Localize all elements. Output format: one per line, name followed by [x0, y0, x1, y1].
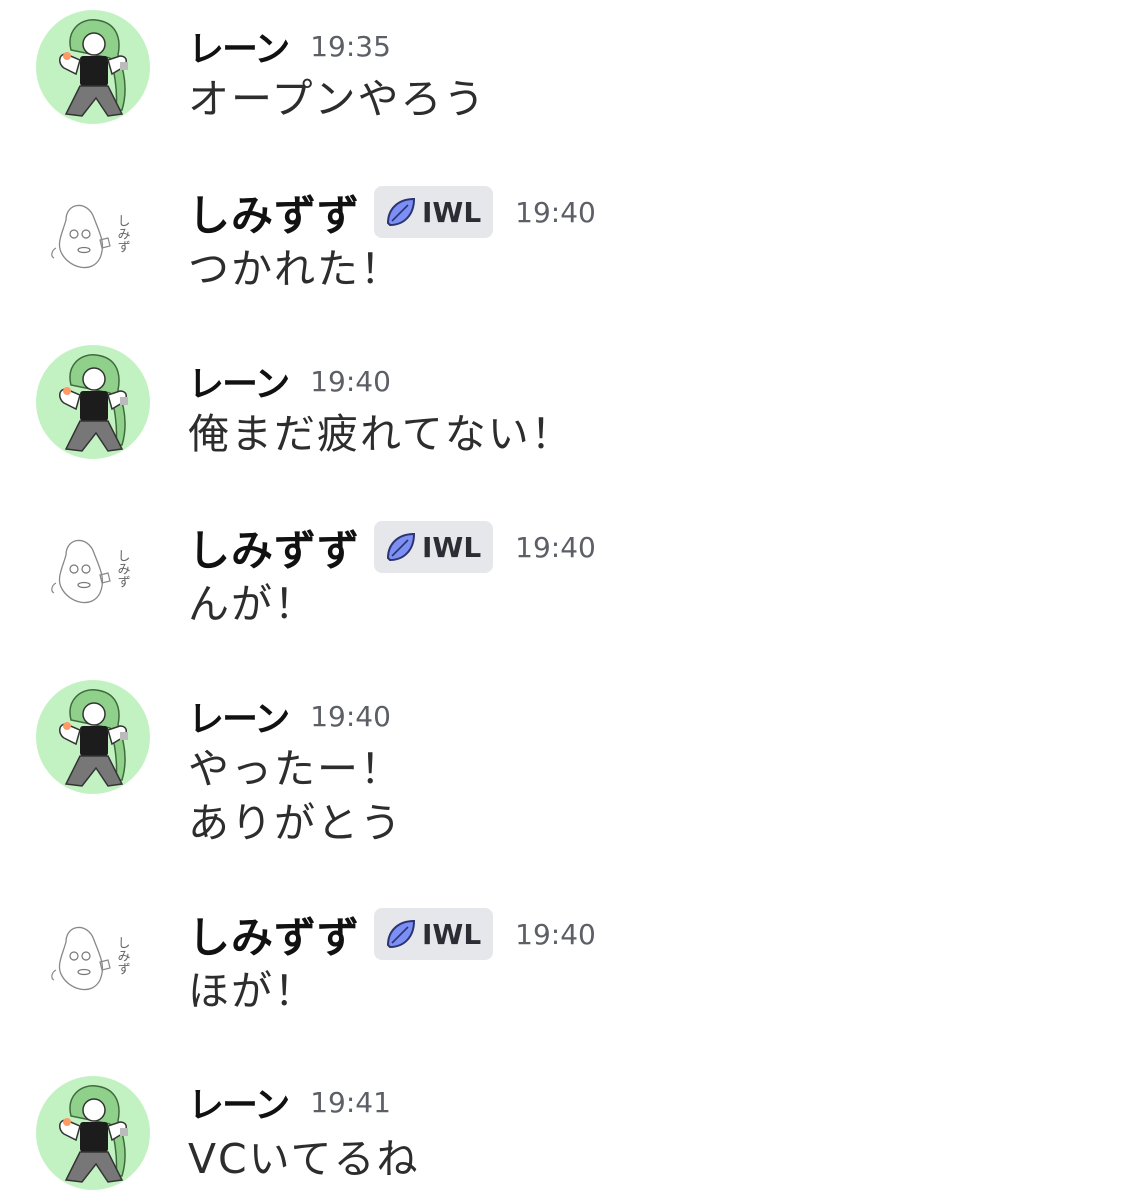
author-name[interactable]: レーン — [188, 355, 290, 407]
avatar[interactable] — [36, 10, 150, 124]
message-header: しみずず IWL 19:40 — [188, 519, 596, 575]
timestamp: 19:40 — [515, 195, 596, 229]
shimizuzu-avatar-sketch: しみず — [51, 926, 130, 991]
message: レーン 19:40 俺まだ疲れてない！ — [0, 335, 1126, 475]
author-name[interactable]: レーン — [188, 690, 290, 742]
avatar[interactable]: しみず — [36, 513, 150, 627]
message-line: んが！ — [188, 580, 317, 628]
timestamp: 19:41 — [310, 1085, 391, 1119]
ren-avatar-illustration — [59, 19, 128, 117]
ren-avatar-illustration — [59, 354, 128, 452]
message: しみず しみずず IWL 19:40 んが！ — [0, 505, 1126, 645]
role-badge[interactable]: IWL — [374, 521, 494, 573]
timestamp: 19:40 — [515, 917, 596, 951]
message-line: やったー！ — [188, 745, 403, 793]
message: レーン 19:35 オープンやろう — [0, 0, 1126, 140]
role-badge[interactable]: IWL — [374, 186, 494, 238]
avatar[interactable] — [36, 1076, 150, 1190]
message-text: やったー！ ありがとう — [188, 742, 403, 850]
message-line: つかれた！ — [188, 245, 403, 293]
message: レーン 19:41 VCいてるね — [0, 1056, 1126, 1200]
author-name[interactable]: しみずず — [188, 904, 360, 965]
message-line: 俺まだ疲れてない！ — [188, 410, 574, 458]
timestamp: 19:40 — [515, 530, 596, 564]
message-line: ありがとう — [188, 799, 403, 847]
leaf-icon — [387, 197, 416, 227]
message-header: レーン 19:41 — [188, 1078, 391, 1126]
message-text: つかれた！ — [188, 242, 403, 296]
timestamp: 19:40 — [310, 364, 391, 398]
message: しみず しみずず IWL 19:40 ほが！ — [0, 892, 1126, 1032]
ren-avatar-illustration — [59, 689, 128, 787]
badge-label: IWL — [422, 195, 482, 229]
author-name[interactable]: しみずず — [188, 182, 360, 243]
author-name[interactable]: レーン — [188, 20, 290, 72]
message-line: オープンやろう — [188, 75, 487, 123]
author-name[interactable]: しみずず — [188, 517, 360, 578]
message-header: しみずず IWL 19:40 — [188, 184, 596, 240]
message: レーン 19:40 やったー！ ありがとう — [0, 670, 1126, 860]
message-text: 俺まだ疲れてない！ — [188, 407, 574, 461]
message-text: VCいてるね — [188, 1132, 419, 1186]
message-text: ほが！ — [188, 964, 317, 1018]
message-text: んが！ — [188, 577, 317, 631]
timestamp: 19:35 — [310, 29, 391, 63]
author-name[interactable]: レーン — [188, 1076, 290, 1128]
avatar[interactable]: しみず — [36, 178, 150, 292]
badge-label: IWL — [422, 530, 482, 564]
avatar[interactable] — [36, 345, 150, 459]
message: しみず しみずず IWL 19:40 つかれた！ — [0, 170, 1126, 310]
message-header: レーン 19:35 — [188, 22, 391, 70]
leaf-icon — [387, 532, 416, 562]
leaf-icon — [387, 919, 416, 949]
avatar[interactable] — [36, 680, 150, 794]
avatar-scribble: しみず — [115, 936, 130, 975]
message-header: レーン 19:40 — [188, 692, 391, 740]
avatar-scribble: しみず — [115, 214, 130, 253]
avatar[interactable]: しみず — [36, 900, 150, 1014]
message-header: レーン 19:40 — [188, 357, 391, 405]
badge-label: IWL — [422, 917, 482, 951]
avatar-scribble: しみず — [115, 549, 130, 588]
timestamp: 19:40 — [310, 699, 391, 733]
message-header: しみずず IWL 19:40 — [188, 906, 596, 962]
role-badge[interactable]: IWL — [374, 908, 494, 960]
message-line: ほが！ — [188, 967, 317, 1015]
shimizuzu-avatar-sketch: しみず — [51, 204, 130, 269]
message-text: オープンやろう — [188, 72, 487, 126]
shimizuzu-avatar-sketch: しみず — [51, 539, 130, 604]
ren-avatar-illustration — [59, 1085, 128, 1183]
message-line: VCいてるね — [188, 1135, 420, 1183]
